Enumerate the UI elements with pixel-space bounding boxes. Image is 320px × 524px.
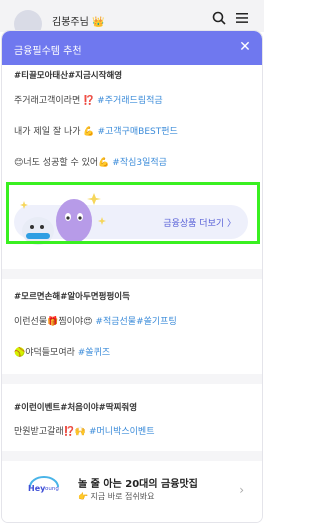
search-icon[interactable]	[212, 11, 226, 25]
more-products-banner[interactable]: 금융상품 더보기 〉	[2, 181, 262, 269]
sheet-title: 금융필수템 추천	[14, 46, 82, 57]
product-link[interactable]: #쏠퀴즈	[78, 348, 110, 358]
product-link[interactable]: #적금선물#쏠기프팅	[95, 317, 176, 327]
menu-icon[interactable]	[236, 12, 248, 24]
product-link[interactable]: #머니박스이벤트	[89, 427, 155, 437]
divider	[2, 269, 262, 279]
chevron-right-icon[interactable]: ›	[239, 483, 244, 497]
user-name: 김봉주님 👑	[52, 17, 105, 28]
svg-text:oung: oung	[45, 486, 59, 492]
list-item[interactable]: 내가 제일 잘 나가 💪 #고객구매BEST펀드	[14, 124, 178, 137]
sheet-header: 금융필수템 추천 ✕	[2, 31, 262, 65]
list-item[interactable]: 주거래고객이라면 ⁉️ #주거래드림적금	[14, 93, 163, 106]
close-icon[interactable]: ✕	[238, 40, 252, 54]
list-item[interactable]: 이런선물🎁찜이야😍 #적금선물#쏠기프팅	[14, 314, 177, 327]
product-link[interactable]: #작심3일적금	[112, 158, 167, 168]
section-tag: #모르면손해#알아두면펑펑이득	[14, 292, 130, 302]
section-tag: #티끌모아태산#지금시작해영	[14, 71, 123, 81]
divider	[2, 374, 262, 384]
top-bar: 김봉주님 👑	[0, 0, 264, 38]
section-tag: #이런이벤트#처음이야#딱찌줘영	[14, 403, 138, 413]
svg-text:Hey: Hey	[28, 484, 46, 493]
list-item[interactable]: 🥎야덕들모여라 #쏠퀴즈	[14, 345, 110, 358]
more-products-label: 금융상품 더보기 〉	[163, 219, 236, 229]
product-link[interactable]: #고객구매BEST펀드	[97, 127, 177, 137]
promo-subtitle: 👉 지금 바로 접쉬봐요	[78, 492, 155, 501]
mascot-illustration	[20, 193, 106, 245]
divider	[2, 451, 262, 461]
list-item[interactable]: 만원받고갈래⁉️🙌 #머니박스이벤트	[14, 424, 154, 437]
heyoung-logo: Hey oung	[28, 476, 59, 493]
promo-title: 놀 줄 아는 20대의 금융맛집	[78, 479, 198, 490]
product-link[interactable]: #주거래드림적금	[97, 96, 163, 106]
list-item[interactable]: 😊너도 성공할 수 있어💪 #작심3일적금	[14, 155, 167, 168]
heyoung-promo-card[interactable]: Hey oung 놀 줄 아는 20대의 금융맛집 👉 지금 바로 접쉬봐요 ›	[2, 465, 262, 522]
recommendation-sheet: 금융필수템 추천 ✕ #티끌모아태산#지금시작해영 주거래고객이라면 ⁉️ #주…	[2, 31, 262, 522]
